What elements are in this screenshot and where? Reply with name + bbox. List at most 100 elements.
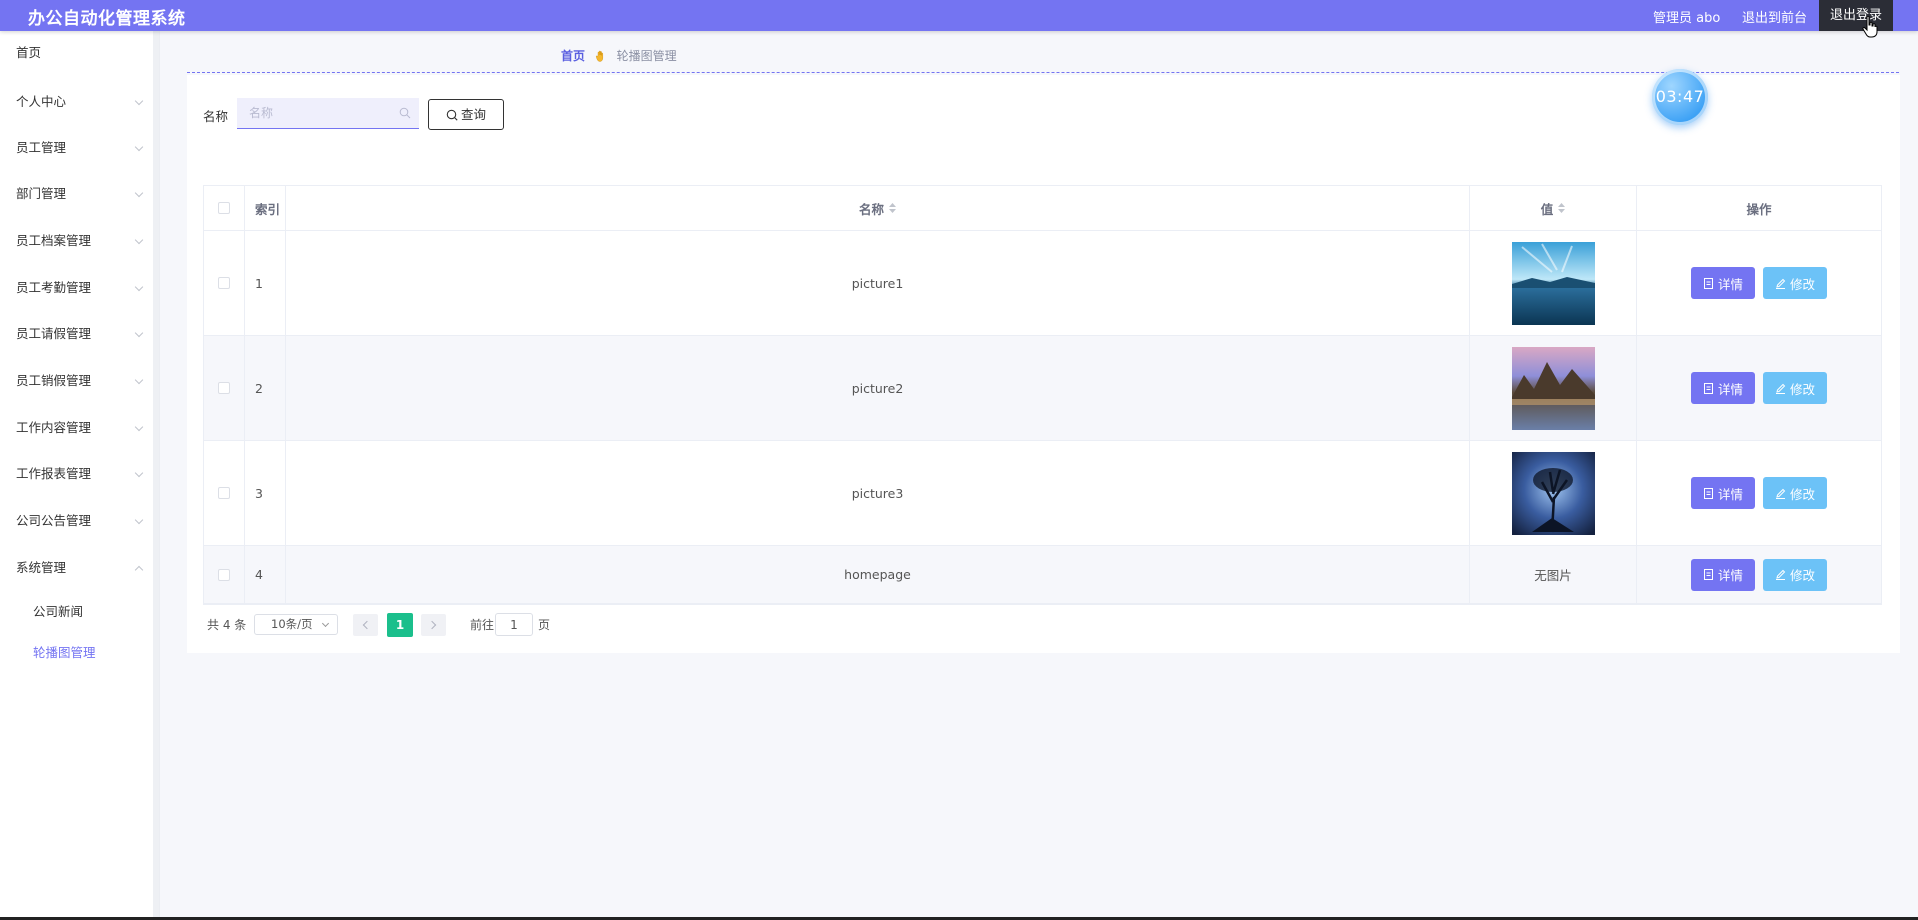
breadcrumb: 首页 轮播图管理 [561, 47, 677, 64]
row-name: picture3 [851, 485, 904, 501]
page-number-current[interactable]: 1 [387, 613, 413, 637]
logout-button[interactable]: 退出登录 [1819, 0, 1893, 31]
query-button[interactable]: 查询 [428, 99, 504, 130]
edit-icon [1775, 569, 1786, 580]
detail-button[interactable]: 详情 [1691, 558, 1755, 591]
page-size-value: 10条/页 [271, 617, 313, 631]
row-index: 2 [255, 380, 263, 396]
edit-button-label: 修改 [1789, 381, 1815, 397]
search-box [237, 98, 419, 129]
sidebar-item-system[interactable]: 系统管理 [0, 548, 150, 588]
sidebar-item-employees[interactable]: 员工管理 [0, 128, 150, 168]
search-label: 名称 [203, 109, 229, 124]
sidebar-item-leave-cancellation[interactable]: 员工销假管理 [0, 361, 150, 401]
divider [187, 72, 1899, 73]
hand-cursor-icon [1862, 16, 1878, 38]
chevron-down-icon [134, 515, 144, 525]
sidebar-scrollbar[interactable] [153, 31, 159, 917]
detail-button-label: 详情 [1717, 381, 1743, 397]
column-header-name[interactable]: 名称 [286, 186, 1470, 230]
chevron-down-icon [134, 235, 144, 245]
row-checkbox[interactable] [218, 382, 230, 394]
select-all-checkbox[interactable] [218, 202, 230, 214]
detail-button-label: 详情 [1717, 276, 1743, 292]
edit-button[interactable]: 修改 [1763, 558, 1827, 591]
next-page-button[interactable] [421, 614, 446, 636]
chevron-down-icon [134, 282, 144, 292]
edit-button[interactable]: 修改 [1763, 372, 1827, 404]
goto-page-input[interactable] [495, 613, 533, 636]
sidebar-item-home[interactable]: 首页 [0, 33, 150, 73]
sidebar-item-label: 系统管理 [16, 560, 67, 575]
sidebar-item-departments[interactable]: 部门管理 [0, 174, 150, 214]
search-icon [399, 107, 411, 119]
image-thumbnail [1511, 451, 1595, 535]
sidebar-item-label: 工作报表管理 [16, 466, 92, 481]
chevron-down-icon [134, 188, 144, 198]
sidebar-item-label: 首页 [16, 45, 42, 60]
sidebar-subitem-carousel[interactable]: 轮播图管理 [0, 635, 150, 671]
sidebar-item-attendance[interactable]: 员工考勤管理 [0, 268, 150, 308]
page-suffix-label: 页 [538, 618, 551, 632]
carousel-table: 索引 名称 值 操作 1 picture1 详情 修改 2 picture2 详… [203, 185, 1882, 605]
exit-to-front-link[interactable]: 退出到前台 [1742, 7, 1807, 26]
sidebar-subitem-label: 轮播图管理 [33, 645, 96, 660]
edit-button[interactable]: 修改 [1763, 267, 1827, 299]
detail-button[interactable]: 详情 [1691, 477, 1755, 509]
sidebar-item-label: 员工销假管理 [16, 373, 92, 388]
sort-icon [889, 203, 896, 213]
sidebar-subitem-company-news[interactable]: 公司新闻 [0, 594, 150, 630]
row-index: 3 [255, 485, 263, 501]
row-checkbox[interactable] [218, 277, 230, 289]
top-header: 办公自动化管理系统 管理员 abo 退出到前台 退出登录 [0, 0, 1918, 31]
row-name: homepage [844, 567, 911, 582]
row-name: picture2 [851, 380, 904, 396]
column-header-value[interactable]: 值 [1470, 186, 1637, 230]
chevron-up-icon [134, 565, 144, 575]
page-size-select[interactable]: 10条/页 [254, 614, 338, 635]
sidebar-item-work-content[interactable]: 工作内容管理 [0, 408, 150, 448]
search-icon [446, 109, 458, 121]
row-checkbox[interactable] [218, 487, 230, 499]
sidebar-item-leave-requests[interactable]: 员工请假管理 [0, 314, 150, 354]
sidebar-item-label: 员工管理 [16, 140, 67, 155]
edit-icon [1775, 278, 1786, 289]
edit-icon [1775, 488, 1786, 499]
sidebar-item-personal-center[interactable]: 个人中心 [0, 82, 150, 122]
hand-icon [595, 50, 603, 62]
table-row: 4 homepage 无图片 详情 修改 [204, 546, 1881, 604]
document-icon [1703, 277, 1713, 289]
chevron-down-icon [134, 96, 144, 106]
row-checkbox[interactable] [218, 568, 230, 581]
sidebar-item-announcements[interactable]: 公司公告管理 [0, 501, 150, 541]
prev-page-button[interactable] [353, 614, 378, 636]
row-name: picture1 [851, 275, 904, 291]
search-input[interactable] [237, 98, 397, 128]
pagination-total: 共 4 条 [207, 618, 247, 632]
detail-button[interactable]: 详情 [1691, 372, 1755, 404]
sidebar: 首页 个人中心 员工管理 部门管理 员工档案管理 员工考勤管理 员工请假管理 员… [0, 31, 160, 917]
detail-button[interactable]: 详情 [1691, 267, 1755, 299]
chevron-down-icon [134, 422, 144, 432]
sidebar-item-work-reports[interactable]: 工作报表管理 [0, 454, 150, 494]
column-header-ops: 操作 [1746, 201, 1772, 217]
table-header-row: 索引 名称 值 操作 [204, 186, 1881, 231]
sidebar-item-label: 员工档案管理 [16, 233, 92, 248]
current-user: 管理员 abo [1653, 11, 1721, 26]
sidebar-item-label: 员工考勤管理 [16, 280, 92, 295]
row-index: 1 [255, 275, 263, 291]
document-icon [1703, 382, 1713, 394]
image-thumbnail [1511, 241, 1595, 325]
edit-button[interactable]: 修改 [1763, 477, 1827, 509]
app-title: 办公自动化管理系统 [28, 9, 186, 29]
sidebar-item-employee-files[interactable]: 员工档案管理 [0, 221, 150, 261]
edit-icon [1775, 383, 1786, 394]
row-index: 4 [255, 567, 263, 582]
chevron-down-icon [134, 375, 144, 385]
detail-button-label: 详情 [1717, 568, 1743, 583]
query-button-label: 查询 [460, 107, 486, 122]
chevron-down-icon [321, 619, 330, 628]
breadcrumb-home[interactable]: 首页 [561, 49, 585, 63]
chevron-down-icon [134, 142, 144, 152]
clock-widget: 03:47 [1652, 69, 1708, 125]
